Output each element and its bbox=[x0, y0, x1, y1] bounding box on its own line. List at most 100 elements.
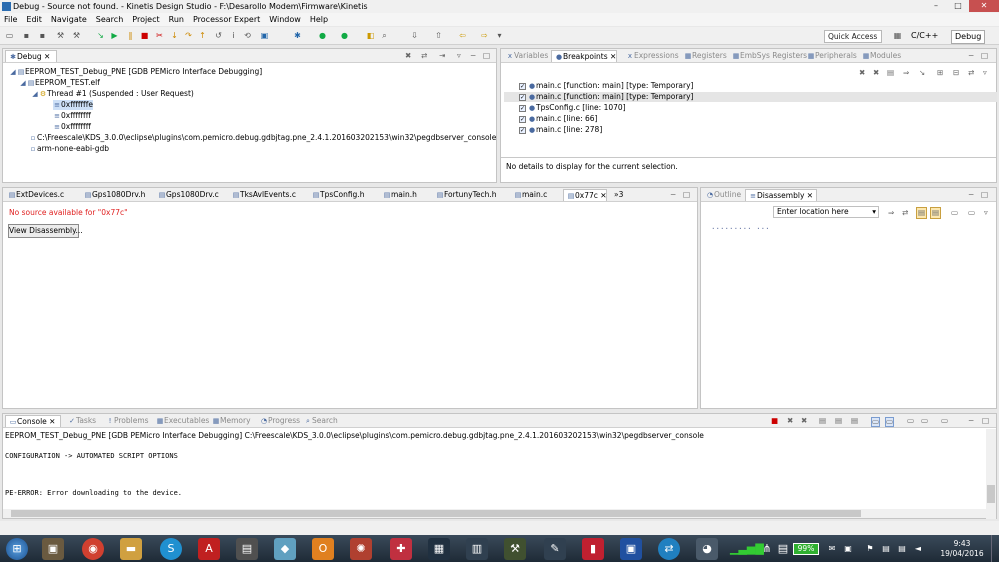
taskbar-app-icon[interactable]: ▥ bbox=[466, 538, 488, 560]
start-button[interactable]: ⊞ bbox=[6, 538, 28, 560]
remove-launch-icon[interactable]: ✖ bbox=[787, 417, 793, 425]
checkbox[interactable]: ✓ bbox=[519, 93, 526, 101]
mail-icon[interactable]: ✉ bbox=[826, 538, 838, 560]
view-menu-icon[interactable]: ▿ bbox=[984, 209, 988, 217]
link-icon[interactable]: ⇄ bbox=[421, 52, 427, 60]
scroll-lock-icon[interactable]: ▤ bbox=[835, 417, 842, 425]
tree-frame-2[interactable]: ≡0xffffffff bbox=[53, 111, 91, 121]
close-button[interactable]: ✕ bbox=[969, 0, 999, 12]
clean-icon[interactable]: ⚒ bbox=[72, 31, 81, 40]
maximize-view-icon[interactable]: □ bbox=[483, 52, 490, 60]
tab-fortunytech[interactable]: ▤FortunyTech.h bbox=[433, 189, 497, 201]
taskbar-app-icon[interactable]: ▤ bbox=[236, 538, 258, 560]
tab-progress[interactable]: ◔Progress bbox=[257, 415, 300, 427]
build-icon[interactable]: ⚒ bbox=[56, 31, 65, 40]
tab-tksavlevents[interactable]: ▤TksAvlEvents.c bbox=[229, 189, 296, 201]
open-console-icon[interactable]: ▭ bbox=[941, 417, 948, 425]
location-input[interactable]: Enter location here ▾ bbox=[773, 206, 879, 218]
goto-file-icon[interactable]: ⇒ bbox=[903, 69, 909, 77]
kinetis-icon[interactable]: ◕ bbox=[696, 538, 718, 560]
taskbar-app-icon[interactable]: ⚒ bbox=[504, 538, 526, 560]
tab-gps1080drv-c[interactable]: ▤Gps1080Drv.c bbox=[155, 189, 219, 201]
view-menu-icon[interactable]: ▿ bbox=[983, 69, 987, 77]
horizontal-scrollbar[interactable] bbox=[3, 509, 988, 518]
outlook-icon[interactable]: O bbox=[312, 538, 334, 560]
save-all-icon[interactable]: ▪ bbox=[38, 31, 47, 40]
taskbar-app-icon[interactable]: ▦ bbox=[428, 538, 450, 560]
search-icon[interactable]: ⌕ bbox=[380, 31, 389, 40]
tree-elf[interactable]: ◢ ▤EEPROM_TEST.elf bbox=[19, 78, 100, 88]
pin-console-icon[interactable]: ▭ bbox=[907, 417, 914, 425]
step-filter-icon[interactable]: ⇥ bbox=[439, 52, 445, 60]
show-desktop-button[interactable] bbox=[991, 535, 999, 562]
taskbar-app-icon[interactable]: ▮ bbox=[582, 538, 604, 560]
scrollbar-thumb[interactable] bbox=[987, 485, 995, 503]
tree-frame-3[interactable]: ≡0xffffffff bbox=[53, 122, 91, 132]
minimize-view-icon[interactable]: − bbox=[968, 417, 974, 425]
maximize-button[interactable]: □ bbox=[947, 0, 969, 12]
save-icon[interactable]: ▪ bbox=[22, 31, 31, 40]
step-return-icon[interactable]: ↑ bbox=[198, 31, 207, 40]
disconnect-icon[interactable]: ✂ bbox=[155, 31, 164, 40]
tab-0x77c[interactable]: ▤0x77c ✕ bbox=[563, 189, 607, 201]
teamviewer-icon[interactable]: ⇄ bbox=[658, 538, 680, 560]
tab-search[interactable]: ⌕ Search bbox=[301, 415, 338, 427]
breakpoint-row[interactable]: ✓ ●main.c [function: main] [type: Tempora… bbox=[519, 81, 693, 91]
tree-gdb[interactable]: ▫ arm-none-eabi-gdb bbox=[29, 144, 109, 154]
back-icon[interactable]: ⇦ bbox=[458, 31, 467, 40]
tree-gdbserver[interactable]: ▫ C:\Freescale\KDS_3.0.0\eclipse\plugins\… bbox=[29, 133, 497, 143]
tab-tasks[interactable]: ✓Tasks bbox=[65, 415, 96, 427]
tray-icon[interactable]: ▤ bbox=[896, 538, 908, 560]
pdf-reader-icon[interactable]: A bbox=[198, 538, 220, 560]
terminate-icon[interactable]: ■ bbox=[140, 31, 149, 40]
taskbar-app-icon[interactable]: ▣ bbox=[42, 538, 64, 560]
terminate-icon[interactable]: ■ bbox=[771, 417, 778, 425]
taskbar-app-icon[interactable]: ▣ bbox=[620, 538, 642, 560]
tab-breakpoints[interactable]: ●Breakpoints ✕ bbox=[551, 50, 617, 62]
tab-main-h[interactable]: ▤main.h bbox=[380, 189, 417, 201]
tab-memory[interactable]: ▦Memory bbox=[209, 415, 251, 427]
checkbox[interactable]: ✓ bbox=[519, 104, 526, 112]
restart-icon[interactable]: ↺ bbox=[214, 31, 223, 40]
chrome-icon[interactable]: ◉ bbox=[82, 538, 104, 560]
word-wrap-icon[interactable]: ▤ bbox=[851, 417, 858, 425]
taskbar-app-icon[interactable]: ✎ bbox=[544, 538, 566, 560]
minimize-view-icon[interactable]: − bbox=[470, 52, 476, 60]
debug-config-icon[interactable]: ✱ bbox=[293, 31, 302, 40]
external-tools-icon[interactable]: ● bbox=[340, 31, 349, 40]
checkbox[interactable]: ✓ bbox=[519, 82, 526, 90]
tab-extdevices[interactable]: ▤ExtDevices.c bbox=[5, 189, 65, 201]
tab-overflow[interactable]: »3 bbox=[611, 189, 623, 201]
goto-pc-icon[interactable]: ⇒ bbox=[888, 209, 894, 217]
menu-edit[interactable]: Edit bbox=[26, 15, 42, 24]
suspend-icon[interactable]: ‖ bbox=[126, 31, 135, 40]
folder-icon[interactable]: ▬ bbox=[120, 538, 142, 560]
tab-embsys-registers[interactable]: ▦EmbSys Registers bbox=[729, 50, 807, 62]
minimize-view-icon[interactable]: − bbox=[670, 191, 676, 199]
scrollbar-thumb[interactable] bbox=[11, 510, 861, 517]
tree-thread[interactable]: ◢ ⚙Thread #1 (Suspended : User Request) bbox=[31, 89, 194, 99]
menu-project[interactable]: Project bbox=[132, 15, 159, 24]
remove-breakpoint-icon[interactable]: ✖ bbox=[859, 69, 865, 77]
export-icon[interactable]: ▭ bbox=[968, 209, 975, 217]
link-with-debug-icon[interactable]: ⇄ bbox=[968, 69, 974, 77]
remove-all-icon[interactable]: ✖ bbox=[801, 417, 807, 425]
forward-icon[interactable]: ⇨ bbox=[480, 31, 489, 40]
skip-all-icon[interactable]: ↘ bbox=[919, 69, 925, 77]
tab-tpsconfig-h[interactable]: ▤TpsConfig.h bbox=[309, 189, 365, 201]
maximize-view-icon[interactable]: □ bbox=[981, 191, 988, 199]
flag-icon[interactable]: ⚑ bbox=[864, 538, 876, 560]
tab-problems[interactable]: ! Problems bbox=[103, 415, 149, 427]
menu-search[interactable]: Search bbox=[96, 15, 123, 24]
menu-run[interactable]: Run bbox=[169, 15, 184, 24]
tab-disassembly[interactable]: ≡Disassembly ✕ bbox=[745, 189, 817, 201]
minimize-view-icon[interactable]: − bbox=[968, 52, 974, 60]
tab-executables[interactable]: ▦Executables bbox=[153, 415, 210, 427]
breakpoint-row[interactable]: ✓ ●main.c [line: 278] bbox=[519, 125, 602, 135]
show-symbols-icon[interactable]: ▤ bbox=[930, 207, 942, 219]
minimize-button[interactable]: – bbox=[925, 0, 947, 12]
clear-console-icon[interactable]: ▤ bbox=[819, 417, 826, 425]
skip-breakpoints-icon[interactable]: ↘ bbox=[96, 31, 105, 40]
volume-icon[interactable]: ◄ bbox=[912, 538, 924, 560]
tab-debug[interactable]: ✱Debug ✕ bbox=[5, 50, 57, 62]
